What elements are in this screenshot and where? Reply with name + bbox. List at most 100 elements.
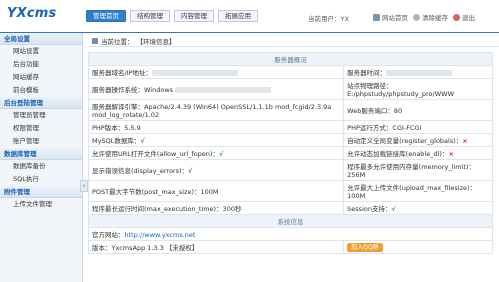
top-links: 网站首页 清除缓存 退出	[373, 12, 475, 22]
table-cell: 服务器操作系统：Windows	[87, 78, 345, 100]
redacted-value	[386, 70, 453, 76]
site-home-link[interactable]: 网站首页	[373, 12, 408, 22]
sidebar-item-site-cache[interactable]: 网站缓存	[0, 71, 82, 84]
sidebar-section-database[interactable]: 数据库管理	[0, 148, 82, 160]
check-icon: √	[188, 167, 193, 175]
environment-info-table: 服务器概况 服务器域名/IP地址： 服务器时间： 服务器操作系统：Windows…	[87, 52, 493, 254]
table-row: 程序最长运行时间(max_execution_time)：300秒 Sessio…	[87, 201, 493, 215]
divider	[88, 46, 499, 47]
upload-max-filesize-label: 允许最大上传文件(upload_max_filesize)：	[347, 184, 477, 192]
tab-structure[interactable]: 结构管理	[130, 10, 170, 22]
table-row: 官方网站：http://www.yxcms.net	[88, 227, 493, 241]
table-cell: 服务器域名/IP地址：	[87, 65, 345, 79]
memory-limit-label: 程序最多允许使用内存量(memory_limit)：	[347, 163, 475, 171]
php-mode-value: CGI-FCGI	[392, 124, 422, 132]
table-cell: POST最大字节数(post_max_size)：100M	[87, 180, 345, 202]
sidebar-section-global[interactable]: 全局设置	[0, 33, 82, 45]
table-cell: 服务器时间：	[343, 65, 493, 79]
sidebar-section-attachments[interactable]: 附件管理	[0, 186, 82, 198]
table-row: POST最大字节数(post_max_size)：100M 允许最大上传文件(u…	[87, 180, 493, 202]
php-mode-label: PHP运行方式：	[347, 124, 393, 132]
main-content: 当前位置： 【环境信息】 服务器概况 服务器域名/IP地址： 服务器时间： 服务器…	[87, 33, 499, 282]
user-name: YX	[340, 15, 349, 23]
breadcrumb: 当前位置： 【环境信息】	[92, 36, 176, 46]
breadcrumb-current: 【环境信息】	[136, 38, 176, 46]
table-cell: Web服务端口：80	[343, 99, 493, 121]
php-version-label: PHP版本：	[92, 124, 125, 132]
web-port-label: Web服务端口：	[347, 107, 394, 115]
sidebar-item-db-backup[interactable]: 数据库备份	[0, 160, 82, 173]
sidebar: 全局设置 网站设置 后台功能 网站缓存 前台模板 后台登陆管理 管理员管理 权限…	[0, 33, 83, 282]
sidebar-item-sql-execute[interactable]: SQL执行	[0, 173, 82, 186]
post-max-size-value: 100M	[200, 188, 219, 196]
logout-label: 退出	[462, 14, 475, 22]
mysql-label: MySQL数据库：	[92, 137, 141, 145]
table-cell: 程序最多允许使用内存量(memory_limit)： 256M	[343, 159, 493, 181]
table-row: PHP版本：5.5.9 PHP运行方式：CGI-FCGI	[87, 120, 493, 134]
chevron-left-icon: ‹	[82, 182, 86, 190]
table-row: 服务器解译引擎：Apache/2.4.39 (Win64) OpenSSL/1.…	[87, 99, 493, 121]
server-overview-heading: 服务器概况	[88, 52, 493, 66]
sidebar-item-permissions[interactable]: 权限管理	[0, 122, 82, 135]
sidebar-item-admin-management[interactable]: 管理员管理	[0, 109, 82, 122]
breadcrumb-label: 当前位置：	[101, 38, 134, 46]
server-domain-label: 服务器域名/IP地址：	[92, 69, 153, 77]
table-cell: Session支持：√	[343, 201, 493, 215]
join-qq-group-button[interactable]: 加入QQ群	[347, 242, 383, 252]
tab-extensions[interactable]: 拓展应用	[218, 10, 258, 22]
table-cell: 自动定义全局变量(register_globals)：×	[343, 133, 493, 147]
sidebar-item-upload-files[interactable]: 上传文件管理	[0, 198, 82, 211]
table-cell: PHP版本：5.5.9	[87, 120, 345, 134]
sidebar-item-frontend-templates[interactable]: 前台模板	[0, 84, 82, 97]
logo[interactable]: YXcms	[7, 6, 56, 21]
table-cell: 加入QQ群	[343, 240, 493, 254]
logout-link[interactable]: 退出	[453, 12, 475, 22]
site-path-label: 站点物理路径：	[347, 82, 393, 90]
table-cell: 服务器解译引擎：Apache/2.4.39 (Win64) OpenSSL/1.…	[87, 99, 345, 121]
clear-cache-label: 清除缓存	[422, 14, 448, 22]
sidebar-item-backend-functions[interactable]: 后台功能	[0, 58, 82, 71]
tab-admin-home[interactable]: 管理首页	[86, 10, 126, 22]
os-value: Windows	[144, 86, 174, 94]
table-cell: 允许动态加载链接库(enable_dl)：×	[343, 146, 493, 160]
memory-limit-value: 256M	[347, 171, 366, 179]
tab-content[interactable]: 内容管理	[174, 10, 214, 22]
top-nav: 管理首页 结构管理 内容管理 拓展应用	[86, 10, 258, 22]
display-errors-label: 显示错误信息(display_errors)：	[92, 167, 189, 175]
check-icon: √	[140, 137, 145, 145]
table-row: MySQL数据库：√ 自动定义全局变量(register_globals)：×	[87, 133, 493, 147]
table-row: 显示错误信息(display_errors)：√ 程序最多允许使用内存量(mem…	[87, 159, 493, 181]
system-info-heading: 系统信息	[88, 214, 493, 228]
home-icon	[92, 38, 98, 44]
sidebar-section-login[interactable]: 后台登陆管理	[0, 97, 82, 109]
table-cell: 版本：YxcmsApp 1.3.3 【未授权】	[87, 240, 345, 254]
allow-url-fopen-label: 允许使用URL打开文件(allow_url_fopen)：	[92, 150, 219, 158]
sidebar-collapse-button[interactable]: ‹	[80, 180, 88, 192]
current-user: 当前用户：YX	[308, 13, 349, 23]
broom-icon	[413, 13, 420, 21]
sidebar-item-site-settings[interactable]: 网站设置	[0, 45, 82, 58]
redacted-value	[152, 70, 239, 76]
user-label: 当前用户：	[308, 15, 341, 23]
check-icon: √	[391, 205, 396, 213]
table-row: 服务器操作系统：Windows 站点物理路径： E:/phpstudy/phpst…	[87, 78, 493, 100]
table-row: 允许使用URL打开文件(allow_url_fopen)：√ 允许动态加载链接库…	[87, 146, 493, 160]
register-globals-label: 自动定义全局变量(register_globals)：	[347, 137, 463, 145]
version-label: 版本：	[92, 244, 112, 252]
post-max-size-label: POST最大字节数(post_max_size)：	[92, 188, 201, 196]
clear-cache-link[interactable]: 清除缓存	[413, 12, 448, 22]
table-cell: MySQL数据库：√	[87, 133, 345, 147]
power-icon	[453, 13, 460, 21]
table-row: 服务器域名/IP地址： 服务器时间：	[87, 65, 493, 79]
max-execution-time-value: 300秒	[222, 205, 242, 213]
official-website-link[interactable]: http://www.yxcms.net	[125, 231, 196, 239]
upload-max-filesize-value: 100M	[347, 192, 366, 200]
check-icon: √	[218, 150, 224, 158]
version-value: YxcmsApp 1.3.3 【未授权】	[111, 244, 199, 252]
enable-dl-label: 允许动态加载链接库(enable_dl)：	[347, 150, 449, 158]
server-time-label: 服务器时间：	[347, 69, 387, 77]
max-execution-time-label: 程序最长运行时间(max_execution_time)：	[92, 205, 223, 213]
sidebar-item-accounts[interactable]: 账户管理	[0, 135, 82, 148]
cross-icon: ×	[462, 137, 468, 145]
table-cell: 官方网站：http://www.yxcms.net	[88, 227, 493, 241]
